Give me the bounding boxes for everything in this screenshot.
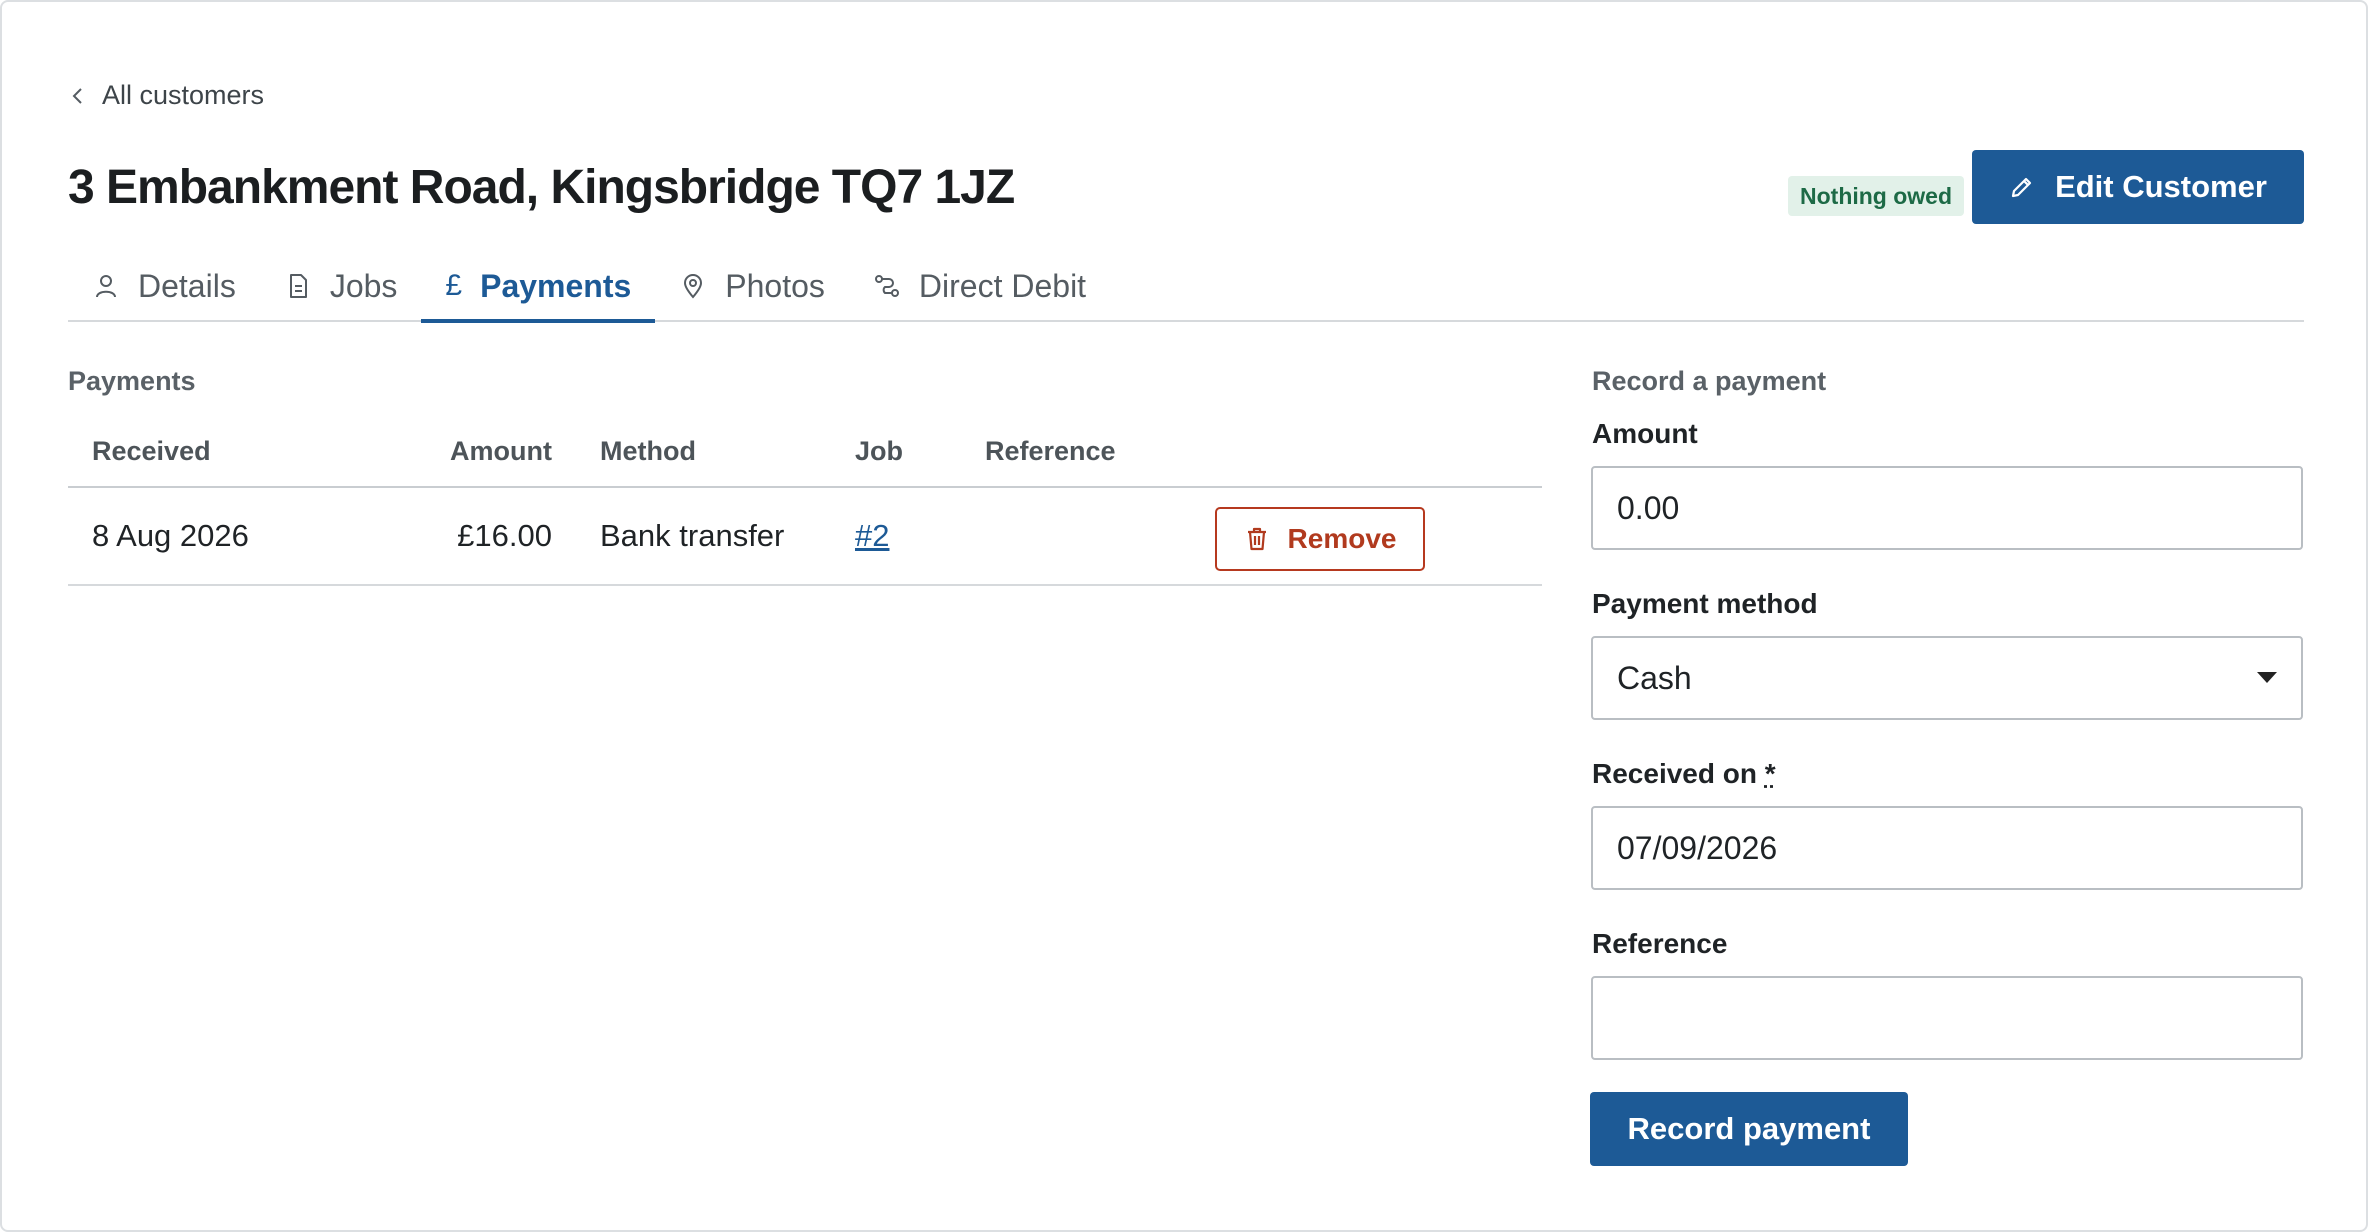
record-payment-title: Record a payment [1592, 366, 1827, 396]
column-header-job: Job [855, 416, 985, 488]
dropdown-arrow-icon [2257, 672, 2277, 683]
reference-label: Reference [1592, 928, 1728, 959]
tab-photos[interactable]: Photos [655, 252, 849, 320]
cell-job: #2 [855, 487, 985, 586]
back-to-customers-link[interactable]: All customers [68, 80, 264, 111]
record-payment-button[interactable]: Record payment [1590, 1092, 1908, 1166]
tab-direct-debit[interactable]: Direct Debit [849, 252, 1110, 320]
payments-section-title: Payments [68, 366, 196, 396]
page-title: 3 Embankment Road, Kingsbridge TQ7 1JZ [68, 161, 1015, 214]
received-on-input[interactable] [1591, 806, 2303, 890]
payments-table: Received Amount Method Job Reference 8 A… [68, 416, 1542, 586]
amount-input[interactable] [1591, 466, 2303, 550]
reference-input[interactable] [1591, 976, 2303, 1060]
payment-method-value: Cash [1617, 659, 1692, 696]
edit-customer-label: Edit Customer [2055, 169, 2267, 204]
column-header-actions [1215, 416, 1542, 488]
tab-jobs-label: Jobs [329, 267, 398, 304]
document-icon [289, 274, 307, 298]
cell-method: Bank transfer [552, 487, 855, 586]
column-header-method: Method [552, 416, 855, 488]
tab-payments-label: Payments [480, 267, 632, 304]
required-marker: * [1764, 758, 1776, 789]
column-header-received: Received [68, 416, 342, 488]
cell-amount: £16.00 [342, 487, 552, 586]
tab-jobs[interactable]: Jobs [260, 252, 422, 320]
tab-photos-label: Photos [725, 267, 825, 304]
edit-customer-button[interactable]: Edit Customer [1972, 150, 2304, 224]
remove-label: Remove [1287, 523, 1397, 554]
pound-icon: £ [445, 269, 463, 302]
balance-status-badge: Nothing owed [1788, 176, 1965, 216]
payment-method-label: Payment method [1592, 588, 1818, 619]
received-on-label: Received on * [1592, 758, 1776, 790]
table-header-row: Received Amount Method Job Reference [68, 416, 1542, 488]
person-icon [96, 275, 116, 298]
payment-method-select[interactable]: Cash [1591, 636, 2303, 720]
tab-direct-debit-label: Direct Debit [918, 267, 1087, 304]
back-link-label: All customers [102, 80, 265, 110]
column-header-reference: Reference [985, 416, 1215, 488]
chevron-left-icon [72, 87, 82, 104]
route-icon [874, 275, 899, 297]
trash-icon [1247, 527, 1266, 551]
amount-label: Amount [1592, 418, 1698, 449]
page-frame: All customers 3 Embankment Road, Kingsbr… [0, 0, 2368, 1232]
cell-reference [985, 487, 1215, 586]
map-pin-icon [684, 274, 703, 299]
customer-tabs: Details Jobs £ Payments Photos Direct De… [68, 252, 2304, 323]
job-link[interactable]: #2 [855, 518, 889, 553]
cell-actions: Remove [1215, 487, 1542, 586]
tab-payments[interactable]: £ Payments [421, 252, 656, 323]
cell-received: 8 Aug 2026 [68, 487, 342, 586]
tab-details-label: Details [138, 267, 236, 304]
received-on-text: Received on [1592, 758, 1757, 789]
tab-details[interactable]: Details [68, 252, 260, 320]
column-header-amount: Amount [342, 416, 552, 488]
pencil-icon [2011, 177, 2032, 198]
remove-payment-button[interactable]: Remove [1215, 507, 1425, 571]
table-row: 8 Aug 2026 £16.00 Bank transfer #2 Remov… [68, 487, 1542, 586]
